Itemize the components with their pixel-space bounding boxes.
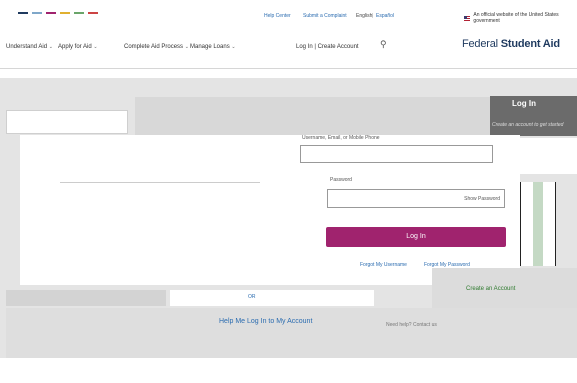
chevron-down-icon: ⌄: [231, 44, 236, 50]
footer-space: [0, 358, 577, 383]
chevron-down-icon: ⌄: [48, 44, 53, 50]
or-text: OR: [248, 294, 256, 300]
hero-title: Log In: [512, 99, 536, 108]
password-field[interactable]: Show Password: [327, 189, 505, 208]
gov-notice: An official website of the United States…: [464, 12, 577, 24]
nav-item-label: Apply for Aid: [58, 44, 92, 50]
espanol-link[interactable]: Español: [376, 13, 394, 19]
nav-complete-aid-process[interactable]: Complete Aid Process ⌄: [124, 44, 189, 50]
nav-divider: [0, 68, 577, 69]
nav-log-in-link[interactable]: Log In | Create Account: [296, 44, 359, 50]
nav-manage-loans[interactable]: Manage Loans ⌄: [190, 44, 236, 50]
create-account-link[interactable]: Create an Account: [466, 286, 515, 292]
username-input[interactable]: [300, 145, 493, 163]
create-account-panel: Create an Account: [432, 268, 577, 308]
chevron-down-icon: ⌄: [184, 44, 189, 50]
right-panel: [520, 138, 577, 174]
forgot-username-link[interactable]: Forgot My Username: [360, 262, 407, 268]
hero-dark-panel: Log In Create an account to get started: [490, 96, 577, 136]
right-strip-fill: [533, 182, 543, 266]
show-password-toggle[interactable]: Show Password: [464, 196, 500, 202]
nav-item-label: Manage Loans: [190, 44, 230, 50]
password-label: Password: [330, 177, 352, 183]
utility-bar: Help Center Submit a Complaint English |…: [0, 8, 577, 24]
federal-student-aid-logo[interactable]: Federal Student Aid: [462, 38, 560, 50]
right-strip: [520, 182, 556, 266]
main-nav: Understand Aid ⌄ Apply for Aid ⌄ Complet…: [0, 38, 577, 60]
nav-item-label: Understand Aid: [6, 44, 48, 50]
help-center-link[interactable]: Help Center: [264, 13, 291, 19]
username-label: Username, Email, or Mobile Phone: [302, 135, 380, 141]
hero-subtitle: Create an account to get started: [492, 122, 564, 128]
lower-left-block: [6, 290, 166, 306]
login-button[interactable]: Log In: [326, 227, 506, 247]
brand-text: Federal: [462, 38, 501, 50]
nav-understand-aid[interactable]: Understand Aid ⌄: [6, 44, 53, 50]
search-icon[interactable]: ⚲: [380, 39, 387, 50]
color-stripes: [18, 12, 98, 14]
language-separator: |: [372, 13, 374, 19]
help-bar: Help Me Log In to My Account Need help? …: [6, 308, 577, 358]
help-login-link[interactable]: Help Me Log In to My Account: [219, 318, 312, 325]
or-block: OR: [170, 290, 374, 306]
gov-notice-text: An official website of the United States…: [473, 12, 559, 24]
login-card: Username, Email, or Mobile Phone Passwor…: [20, 135, 520, 285]
english-link[interactable]: English: [356, 13, 372, 19]
left-info-box: [6, 110, 128, 134]
us-flag-icon: [464, 15, 471, 21]
chevron-down-icon: ⌄: [93, 44, 98, 50]
submit-complaint-link[interactable]: Submit a Complaint: [303, 13, 347, 19]
divider-line: [60, 182, 260, 183]
brand-text-bold: Student Aid: [500, 38, 560, 50]
nav-item-label: Complete Aid Process: [124, 44, 184, 50]
nav-apply-for-aid[interactable]: Apply for Aid ⌄: [58, 44, 98, 50]
help-note: Need help? Contact us: [386, 322, 437, 328]
